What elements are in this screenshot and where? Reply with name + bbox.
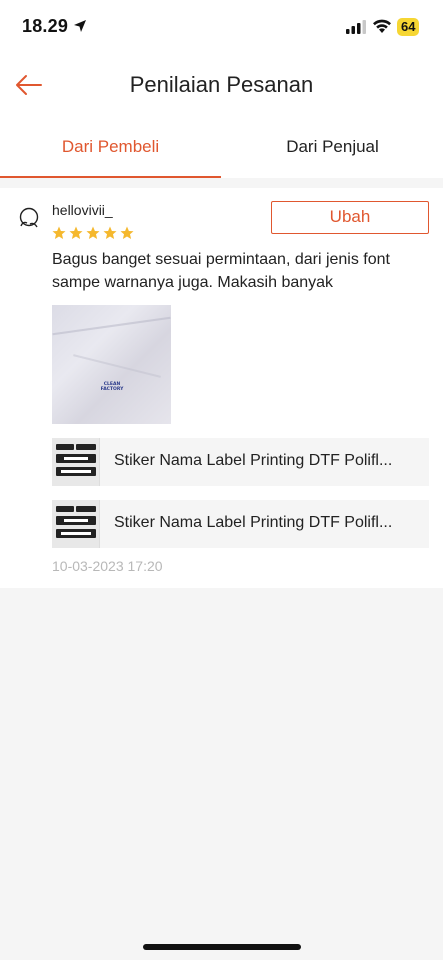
edit-review-button[interactable]: Ubah [271,201,429,234]
product-item[interactable]: Stiker Nama Label Printing DTF Polifl... [52,438,429,486]
review-tabs: Dari Pembeli Dari Penjual [0,116,443,178]
review-timestamp: 10-03-2023 17:20 [52,558,163,574]
home-indicator[interactable] [143,944,301,950]
review-card: hellovivii_ Ubah Bagus banget sesuai per… [0,188,443,588]
wifi-icon [373,19,391,33]
reviewer-username: hellovivii_ [52,202,113,218]
star-icon [69,226,83,239]
tab-dari-penjual[interactable]: Dari Penjual [222,116,443,178]
star-icon [86,226,100,239]
active-tab-indicator [0,176,221,178]
product-name: Stiker Nama Label Printing DTF Polifl... [114,452,393,469]
avatar[interactable] [16,206,42,232]
location-arrow-icon [74,20,86,32]
star-icon [103,226,117,239]
signal-icon [346,20,366,34]
tab-dari-pembeli[interactable]: Dari Pembeli [0,116,221,178]
product-name: Stiker Nama Label Printing DTF Polifl... [114,514,393,531]
product-thumbnail [52,500,100,548]
star-icon [52,226,66,239]
page-title: Penilaian Pesanan [129,72,314,97]
header-bar: Penilaian Pesanan [0,56,443,116]
status-time: 18.29 [22,16,69,36]
photo-fold [73,354,161,378]
photo-label-text: CLEAN FACTORY [100,382,124,392]
star-rating [52,226,134,242]
photo-fold [52,316,171,336]
star-icon [120,226,134,239]
review-photo[interactable]: CLEAN FACTORY [52,305,171,424]
product-item[interactable]: Stiker Nama Label Printing DTF Polifl... [52,500,429,548]
review-text: Bagus banget sesuai permintaan, dari jen… [52,251,390,291]
status-bar: 18.29 64 [0,0,443,56]
battery-icon: 64 [397,18,420,36]
product-thumbnail [52,438,100,486]
